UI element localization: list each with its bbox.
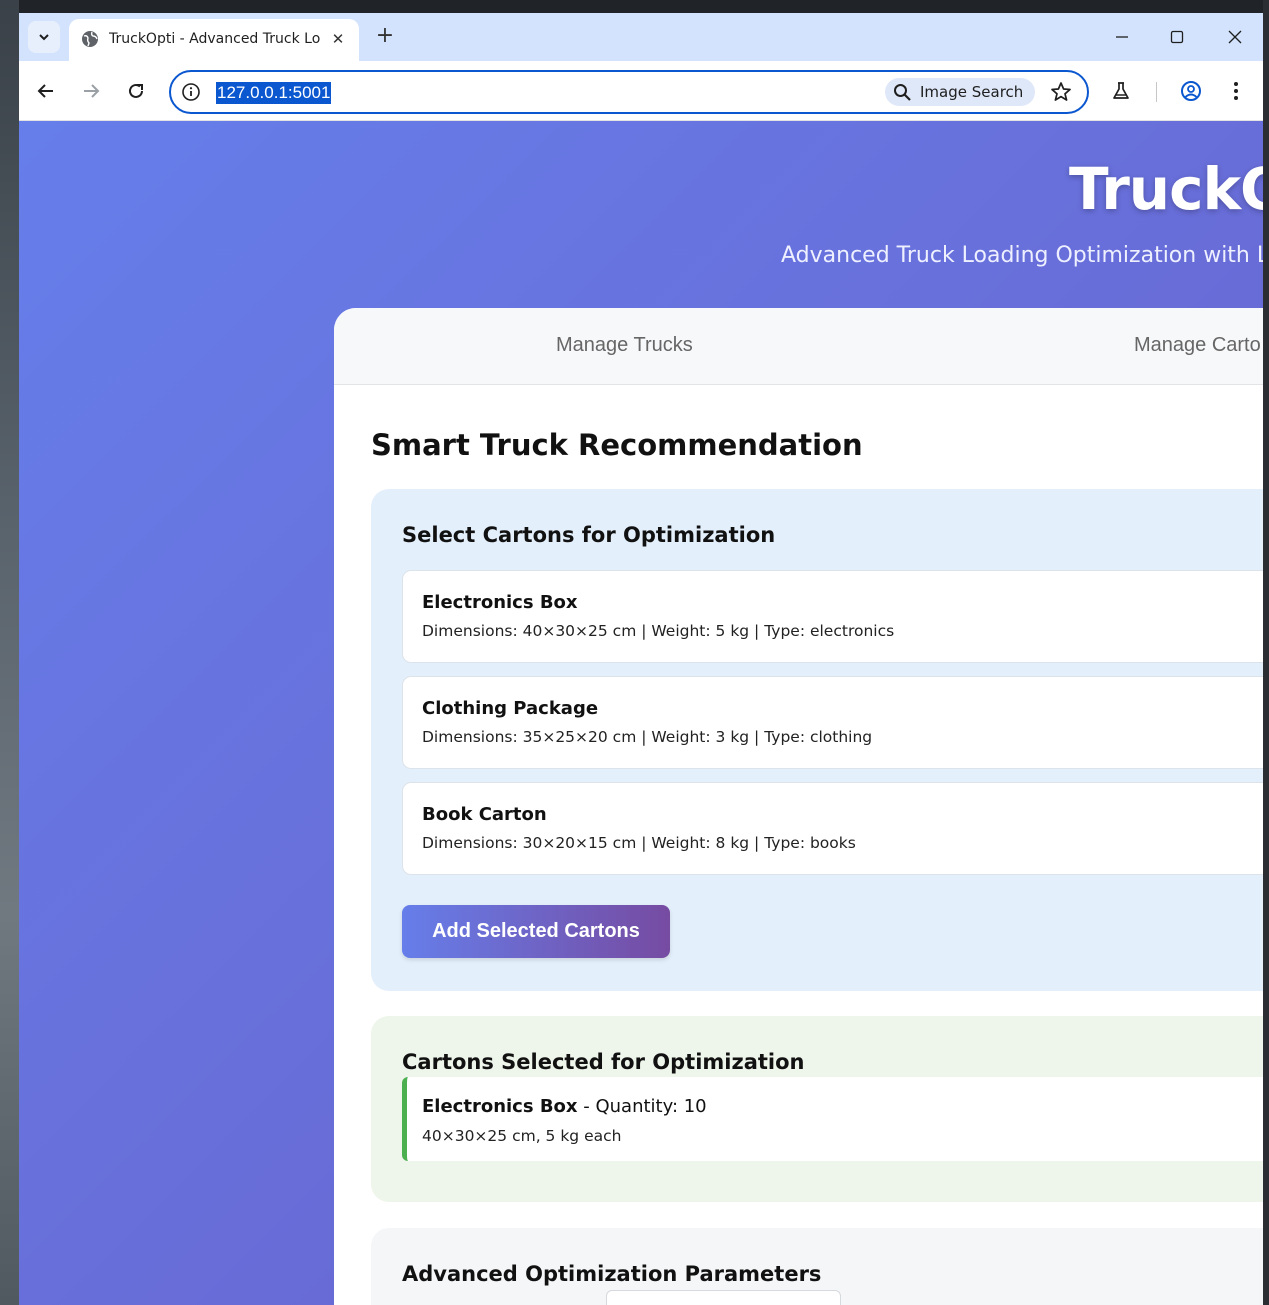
add-selected-cartons-button[interactable]: Add Selected Cartons (402, 905, 670, 958)
desktop-background-right (1263, 0, 1269, 1305)
tab-manage-cartons[interactable]: Manage Carto (1134, 334, 1261, 357)
carton-details: Dimensions: 30×20×15 cm | Weight: 8 kg |… (422, 834, 856, 852)
image-search-label: Image Search (920, 83, 1024, 101)
close-window-button[interactable] (1212, 21, 1258, 53)
selected-carton-item: Electronics Box - Quantity: 10 40×30×25 … (402, 1077, 1263, 1161)
tab-title: TruckOpti - Advanced Truck Loa (109, 31, 321, 47)
carton-details: Dimensions: 35×25×20 cm | Weight: 3 kg |… (422, 728, 873, 746)
globe-icon (82, 31, 98, 47)
chevron-down-icon (39, 34, 49, 41)
section-title: Smart Truck Recommendation (371, 428, 863, 462)
carton-card[interactable]: Electronics Box Dimensions: 40×30×25 cm … (402, 570, 1263, 663)
selected-cartons-heading: Cartons Selected for Optimization (402, 1050, 805, 1074)
advanced-parameters-heading: Advanced Optimization Parameters (402, 1262, 822, 1286)
carton-name: Book Carton (422, 804, 547, 825)
flask-icon (1113, 82, 1129, 99)
image-search-button[interactable]: Image Search (885, 78, 1035, 106)
back-button[interactable] (30, 75, 62, 107)
arrow-right-icon (84, 84, 100, 98)
menu-button[interactable] (1220, 75, 1252, 107)
desktop-background-top (0, 0, 1269, 13)
selected-carton-title: Electronics Box - Quantity: 10 (422, 1096, 707, 1117)
carton-card[interactable]: Book Carton Dimensions: 30×20×15 cm | We… (402, 782, 1263, 875)
browser-tab[interactable]: TruckOpti - Advanced Truck Loa ✕ (69, 19, 359, 61)
parameter-input[interactable] (606, 1290, 841, 1305)
page-title: TruckO (1069, 155, 1263, 223)
close-icon (1228, 30, 1242, 44)
profile-button[interactable] (1175, 75, 1207, 107)
web-page: TruckO Advanced Truck Loading Optimizati… (19, 121, 1263, 1305)
advanced-parameters-section: Advanced Optimization Parameters (371, 1228, 1263, 1305)
nav-tabs: Manage Trucks Manage Carto (334, 308, 1263, 385)
tab-strip: TruckOpti - Advanced Truck Loa ✕ + (19, 13, 1263, 61)
main-panel: Manage Trucks Manage Carto Smart Truck R… (334, 308, 1263, 1305)
minimize-button[interactable] (1099, 21, 1145, 53)
more-vert-icon (1234, 82, 1238, 100)
maximize-button[interactable] (1154, 21, 1200, 53)
browser-window: TruckOpti - Advanced Truck Loa ✕ + 127.0… (19, 13, 1263, 1305)
page-subtitle: Advanced Truck Loading Optimization with… (781, 243, 1263, 268)
carton-name: Clothing Package (422, 698, 599, 719)
desktop-background-left (0, 0, 19, 1305)
address-bar[interactable]: 127.0.0.1:5001 Image Search (169, 70, 1089, 114)
reload-button[interactable] (120, 75, 152, 107)
close-tab-icon[interactable]: ✕ (327, 28, 349, 50)
tab-manage-trucks[interactable]: Manage Trucks (556, 334, 693, 357)
selected-carton-name: Electronics Box (422, 1096, 578, 1117)
arrow-left-icon (37, 84, 53, 98)
search-icon (894, 83, 911, 101)
selected-cartons-section: Cartons Selected for Optimization Electr… (371, 1016, 1263, 1202)
maximize-icon (1170, 30, 1184, 44)
tab-search-button[interactable] (28, 21, 60, 53)
select-cartons-heading: Select Cartons for Optimization (402, 523, 776, 547)
reload-icon (129, 83, 143, 98)
select-cartons-section: Select Cartons for Optimization Electron… (371, 489, 1263, 991)
bookmark-star-icon[interactable] (1049, 80, 1073, 104)
info-icon[interactable] (181, 82, 201, 102)
account-icon (1181, 81, 1201, 101)
url-text[interactable]: 127.0.0.1:5001 (216, 82, 332, 104)
forward-button[interactable] (75, 75, 107, 107)
browser-toolbar: 127.0.0.1:5001 Image Search (19, 61, 1263, 121)
labs-button[interactable] (1105, 75, 1137, 107)
selected-carton-details: 40×30×25 cm, 5 kg each (422, 1127, 622, 1145)
selected-carton-quantity: - Quantity: 10 (577, 1096, 707, 1117)
toolbar-separator (1156, 82, 1157, 102)
new-tab-button[interactable]: + (371, 23, 399, 51)
carton-card[interactable]: Clothing Package Dimensions: 35×25×20 cm… (402, 676, 1263, 769)
minimize-icon (1116, 36, 1128, 38)
carton-name: Electronics Box (422, 592, 578, 613)
carton-details: Dimensions: 40×30×25 cm | Weight: 5 kg |… (422, 622, 895, 640)
